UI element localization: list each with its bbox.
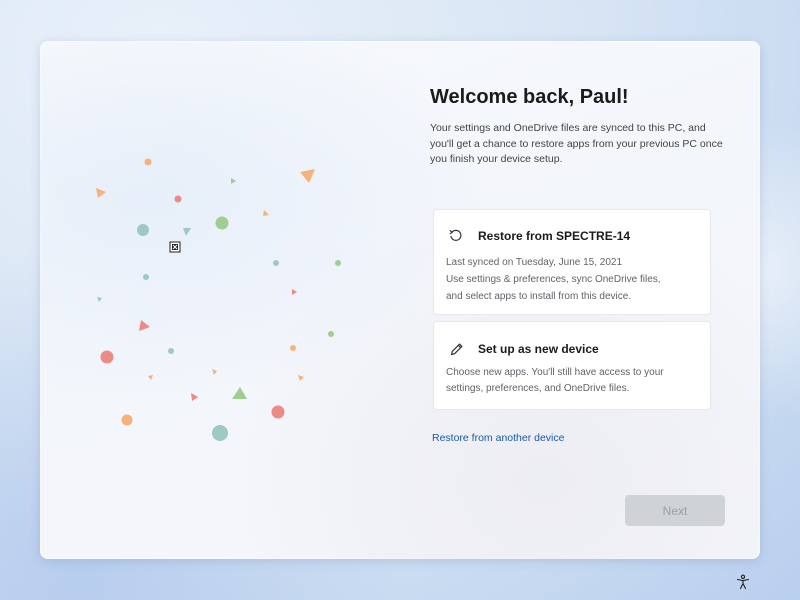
- option-line: Use settings & preferences, sync OneDriv…: [446, 274, 661, 285]
- confetti-triangle: [97, 297, 102, 302]
- confetti-illustration: [96, 158, 341, 441]
- confetti-triangle: [298, 375, 304, 381]
- confetti-dot: [168, 348, 174, 354]
- option-title: Restore from SPECTRE-14: [478, 229, 631, 243]
- option-line: settings, preferences, and OneDrive file…: [446, 382, 630, 394]
- confetti-dot: [137, 224, 149, 236]
- confetti-triangle: [183, 228, 191, 236]
- option-description: Last synced on Tuesday, June 15, 2021 Us…: [446, 254, 698, 305]
- option-line: Choose new apps. You'll still have acces…: [446, 367, 664, 378]
- confetti-dot: [121, 414, 133, 426]
- confetti-triangle: [263, 210, 269, 216]
- option-line: and select apps to install from this dev…: [446, 291, 632, 302]
- confetti-triangle: [300, 169, 315, 183]
- confetti-dot: [271, 405, 285, 419]
- next-button[interactable]: Next: [625, 495, 725, 526]
- confetti-triangle: [212, 369, 217, 375]
- page-description: Your settings and OneDrive files are syn…: [430, 122, 723, 165]
- setup-dialog: Welcome back, Paul! Your settings and On…: [40, 41, 760, 559]
- restore-icon: [446, 226, 466, 246]
- confetti-dot: [212, 425, 228, 441]
- confetti-dot: [215, 216, 229, 230]
- option-line: Last synced on Tuesday, June 15, 2021: [446, 257, 623, 268]
- confetti-dot: [144, 158, 152, 166]
- checkbox-glyph: [169, 241, 181, 253]
- pencil-icon: [446, 339, 466, 359]
- set-up-as-new-device-option[interactable]: Set up as new device Choose new apps. Yo…: [433, 321, 711, 410]
- confetti-dot: [290, 345, 296, 351]
- confetti-triangle: [292, 289, 297, 295]
- restore-from-spectre-option[interactable]: Restore from SPECTRE-14 Last synced on T…: [433, 209, 711, 315]
- confetti-dot: [328, 331, 334, 337]
- confetti-triangle: [139, 320, 150, 331]
- option-title: Set up as new device: [478, 342, 599, 356]
- confetti-dot: [143, 274, 149, 280]
- confetti-dot: [273, 260, 279, 266]
- confetti-triangle: [231, 178, 236, 184]
- confetti-triangle: [96, 188, 106, 198]
- confetti-dot: [174, 195, 182, 203]
- accessibility-icon[interactable]: [733, 572, 753, 592]
- page-title: Welcome back, Paul!: [430, 86, 629, 108]
- confetti-triangle: [191, 393, 198, 401]
- confetti-triangle: [232, 387, 247, 399]
- restore-from-another-device-link[interactable]: Restore from another device: [432, 432, 564, 444]
- confetti-dot: [100, 350, 114, 364]
- confetti-dot: [335, 260, 341, 266]
- option-description: Choose new apps. You'll still have acces…: [446, 365, 698, 396]
- confetti-triangle: [148, 375, 153, 380]
